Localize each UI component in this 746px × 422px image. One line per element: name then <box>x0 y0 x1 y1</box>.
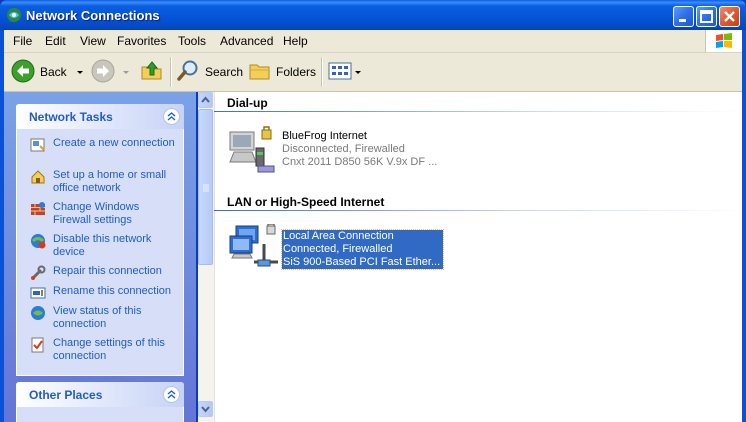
task-label: Disable this network device <box>53 233 152 258</box>
forward-dropdown-icon[interactable] <box>123 70 129 74</box>
close-icon <box>724 11 735 22</box>
network-tasks-title: Network Tasks <box>29 110 113 124</box>
back-label: Back <box>40 65 67 79</box>
views-button[interactable] <box>328 59 361 85</box>
menu-bar: File Edit View Favorites Tools Advanced … <box>4 30 742 53</box>
toolbar-separator <box>170 57 172 87</box>
task-label: Set up a home or small office network <box>53 169 167 194</box>
menu-favorites[interactable]: Favorites <box>117 34 166 48</box>
group-divider <box>214 210 742 211</box>
task-label: Create a new connection <box>53 137 175 149</box>
task-label: Repair this connection <box>53 265 162 277</box>
folders-label: Folders <box>276 65 317 79</box>
menu-file[interactable]: File <box>13 34 32 48</box>
connection-device: SiS 900-Based PCI Fast Ether... <box>283 256 441 268</box>
close-button[interactable] <box>719 6 740 27</box>
title-bar[interactable]: Network Connections <box>0 0 746 30</box>
forward-arrow-icon <box>91 59 115 86</box>
group-divider <box>214 111 742 112</box>
status-icon <box>30 305 46 321</box>
home-network-icon <box>30 169 46 185</box>
forward-button[interactable] <box>91 59 129 85</box>
windows-logo-icon <box>705 30 742 52</box>
group-title-lan: LAN or High-Speed Internet <box>227 195 385 209</box>
menu-edit[interactable]: Edit <box>45 34 66 48</box>
menu-view[interactable]: View <box>80 34 106 48</box>
firewall-icon <box>30 201 46 217</box>
connection-status: Connected, Firewalled <box>283 243 393 255</box>
up-folder-icon <box>140 59 164 86</box>
network-connections-window: Network Connections File Edit View Favor… <box>0 0 746 422</box>
views-dropdown-icon[interactable] <box>355 70 361 74</box>
window-frame-right <box>742 30 746 422</box>
menu-advanced[interactable]: Advanced <box>220 34 273 48</box>
disable-device-icon <box>30 233 46 249</box>
vertical-scrollbar[interactable] <box>198 92 215 422</box>
back-button[interactable]: Back <box>11 59 83 85</box>
other-places-list <box>16 407 184 422</box>
connection-name: Local Area Connection <box>283 230 394 242</box>
task-label: Rename this connection <box>53 285 172 297</box>
maximize-button[interactable] <box>696 6 717 27</box>
network-tasks-list: Create a new connection Set up a home or… <box>16 129 184 376</box>
network-tasks-header[interactable]: Network Tasks <box>16 104 184 129</box>
task-pane: Network Tasks Create a new connection Se… <box>4 92 196 422</box>
menu-tools[interactable]: Tools <box>178 34 206 48</box>
collapse-chevron-icon[interactable] <box>163 108 180 125</box>
folders-button[interactable]: Folders <box>248 59 316 85</box>
toolbar-separator <box>321 57 323 87</box>
network-tasks-panel: Network Tasks Create a new connection Se… <box>16 104 184 376</box>
folders-icon <box>248 59 272 86</box>
connection-bluefrog-internet[interactable]: BlueFrog Internet Disconnected, Firewall… <box>282 130 437 169</box>
scroll-down-button[interactable] <box>198 401 213 417</box>
menu-help[interactable]: Help <box>283 34 308 48</box>
task-view-status[interactable]: View status of this connection <box>17 305 183 331</box>
task-setup-home-network[interactable]: Set up a home or small office network <box>17 169 183 195</box>
other-places-title: Other Places <box>29 388 103 402</box>
search-icon <box>176 59 200 86</box>
back-dropdown-icon[interactable] <box>76 70 83 74</box>
task-change-settings[interactable]: Change settings of this connection <box>17 337 183 363</box>
search-button[interactable]: Search <box>176 59 243 85</box>
task-label: Change settings of this connection <box>53 337 165 362</box>
other-places-panel: Other Places <box>16 382 184 422</box>
connections-list-view: Dial-up BlueFrog Internet Disconnected, … <box>198 92 742 422</box>
task-rename-connection[interactable]: Rename this connection <box>17 285 183 299</box>
search-label: Search <box>205 65 244 79</box>
task-disable-device[interactable]: Disable this network device <box>17 233 183 259</box>
network-connections-icon <box>6 7 22 23</box>
settings-icon <box>30 337 46 353</box>
task-create-new-connection[interactable]: Create a new connection <box>17 137 183 163</box>
new-connection-icon <box>30 137 46 153</box>
connection-device: Cnxt 2011 D850 56K V.9x DF ... <box>282 156 438 168</box>
connection-name: BlueFrog Internet <box>282 130 367 142</box>
minimize-button[interactable] <box>673 6 694 27</box>
other-places-header[interactable]: Other Places <box>16 382 184 407</box>
rename-icon <box>30 285 46 301</box>
connection-status: Disconnected, Firewalled <box>282 143 405 155</box>
dialup-modem-icon[interactable] <box>228 126 276 174</box>
window-title: Network Connections <box>26 8 160 23</box>
up-folder-button[interactable] <box>140 59 164 85</box>
task-change-firewall-settings[interactable]: Change Windows Firewall settings <box>17 201 183 227</box>
scroll-up-button[interactable] <box>198 92 213 108</box>
repair-icon <box>30 265 46 281</box>
task-label: Change Windows Firewall settings <box>53 201 140 226</box>
scroll-thumb[interactable] <box>198 109 213 265</box>
toolbar: Back Search Folders <box>4 53 742 92</box>
back-arrow-icon <box>11 59 35 86</box>
lan-connection-icon[interactable] <box>228 223 280 274</box>
views-icon <box>328 60 352 85</box>
group-title-dialup: Dial-up <box>227 96 268 110</box>
task-label: View status of this connection <box>53 305 142 330</box>
task-repair-connection[interactable]: Repair this connection <box>17 265 183 281</box>
connection-local-area-connection[interactable]: Local Area Connection Connected, Firewal… <box>280 229 445 270</box>
collapse-chevron-icon[interactable] <box>163 386 180 403</box>
